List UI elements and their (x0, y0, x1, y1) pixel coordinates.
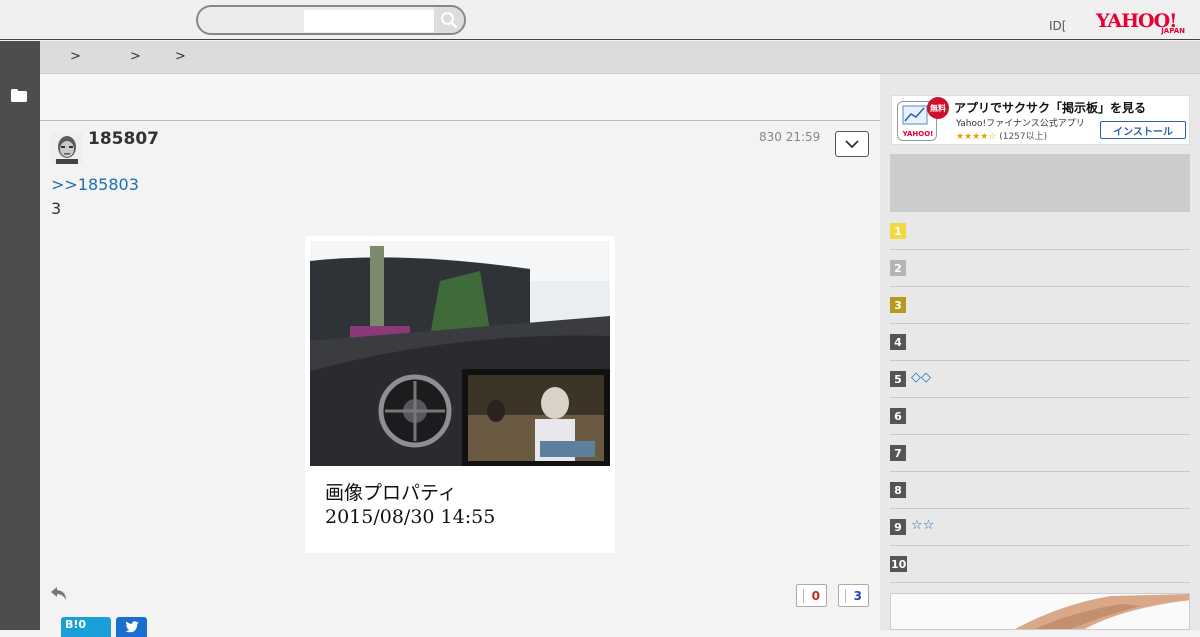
ranking-row[interactable]: 7 (890, 435, 1190, 472)
folder-icon[interactable] (11, 89, 27, 102)
avatar-image (51, 132, 83, 164)
rank-badge: 8 (890, 482, 906, 498)
ranking-row[interactable]: 10 (890, 546, 1190, 583)
ranking-row[interactable]: 8 (890, 472, 1190, 509)
rank-title-link[interactable]: ◇◇ (911, 370, 931, 385)
rank-badge: 10 (890, 556, 908, 572)
thread-header (40, 74, 880, 121)
logo-subtext: JAPAN (1161, 27, 1185, 35)
post-menu-button[interactable] (835, 131, 869, 157)
rank-badge: 2 (890, 260, 906, 276)
free-badge: 無料 (927, 97, 949, 119)
vote-up-count: 3 (853, 588, 862, 603)
ranking-row[interactable]: 9 ☆☆ (890, 509, 1190, 546)
twitter-icon (125, 621, 138, 633)
search-box (196, 5, 466, 35)
post-body: 3 (51, 199, 62, 218)
avatar[interactable] (51, 132, 83, 164)
rank-badge: 9 (890, 519, 906, 535)
hatena-bookmark-button[interactable]: B!0 (61, 617, 111, 637)
top-bar: ID[ ] YAHOO! JAPAN (0, 0, 1200, 40)
app-banner-title: アプリでサクサク「掲示板」を見る (954, 101, 1147, 115)
rank-badge: 6 (890, 408, 906, 424)
post-timestamp: 830 21:59 (759, 130, 821, 144)
left-nav (0, 41, 40, 630)
search-input[interactable] (304, 10, 434, 32)
ranking-row[interactable]: 2 (890, 250, 1190, 287)
breadcrumb-separator: > (70, 49, 81, 64)
app-rating-count: (1257以上) (999, 132, 1048, 142)
search-icon (441, 12, 458, 29)
rank-badge: 1 (890, 223, 906, 239)
search-button[interactable] (434, 7, 464, 33)
image-caption-date: 2015/08/30 14:55 (325, 506, 496, 528)
ad-photo (891, 594, 1189, 629)
yahoo-japan-logo[interactable]: YAHOO! JAPAN (1096, 10, 1188, 38)
sidebar-ad-image[interactable] (890, 593, 1190, 630)
sidebar-placeholder-block (890, 154, 1190, 212)
main-content: 185807 830 21:59 >>185803 3 画像プロパティ 2015… (40, 74, 880, 637)
rank-badge: 5 (890, 371, 906, 387)
star-rating-icon: ★★★★☆ (956, 132, 997, 142)
breadcrumb-separator: > (175, 49, 186, 64)
ranking-row[interactable]: 5 ◇◇ (890, 361, 1190, 398)
ranking-row[interactable]: 3 (890, 287, 1190, 324)
vote-up-button[interactable]: 3 (838, 584, 869, 607)
ranking-row[interactable]: 6 (890, 398, 1190, 435)
app-banner-subtitle: Yahoo!ファイナンス公式アプリ (956, 119, 1085, 129)
svg-text:YAHOO!: YAHOO! (902, 130, 934, 138)
ranking-row[interactable]: 4 (890, 324, 1190, 361)
app-rating: ★★★★☆ (1257以上) (956, 129, 1047, 142)
rank-badge: 3 (890, 297, 906, 313)
ranking-list: 1 2 3 4 5 ◇◇ 6 7 8 9 ☆☆ 10 (890, 213, 1190, 583)
vote-down-count: 0 (811, 588, 820, 603)
image-caption-title: 画像プロパティ (325, 482, 457, 504)
breadcrumb-separator: > (130, 49, 141, 64)
reply-icon[interactable] (50, 585, 68, 601)
post-image-card[interactable]: 画像プロパティ 2015/08/30 14:55 (305, 236, 615, 553)
rank-title-link[interactable]: ☆☆ (911, 518, 934, 533)
rank-badge: 7 (890, 445, 906, 461)
login-id-link[interactable]: ID[ (1049, 19, 1066, 33)
chevron-down-icon (845, 139, 859, 148)
ranking-row[interactable]: 1 (890, 213, 1190, 250)
vote-down-button[interactable]: 0 (796, 584, 827, 607)
reply-anchor-link[interactable]: >>185803 (51, 175, 139, 194)
sidebar: YAHOO! 無料 アプリでサクサク「掲示板」を見る Yahoo!ファイナンス公… (880, 74, 1200, 630)
rank-badge: 4 (890, 334, 906, 350)
install-button[interactable]: インストール (1100, 121, 1186, 139)
app-promo-banner[interactable]: YAHOO! 無料 アプリでサクサク「掲示板」を見る Yahoo!ファイナンス公… (891, 95, 1190, 145)
post-author[interactable]: 185807 (88, 129, 159, 149)
twitter-share-button[interactable] (116, 617, 147, 637)
breadcrumb: > > > (40, 41, 1200, 74)
post-photo (310, 241, 610, 466)
